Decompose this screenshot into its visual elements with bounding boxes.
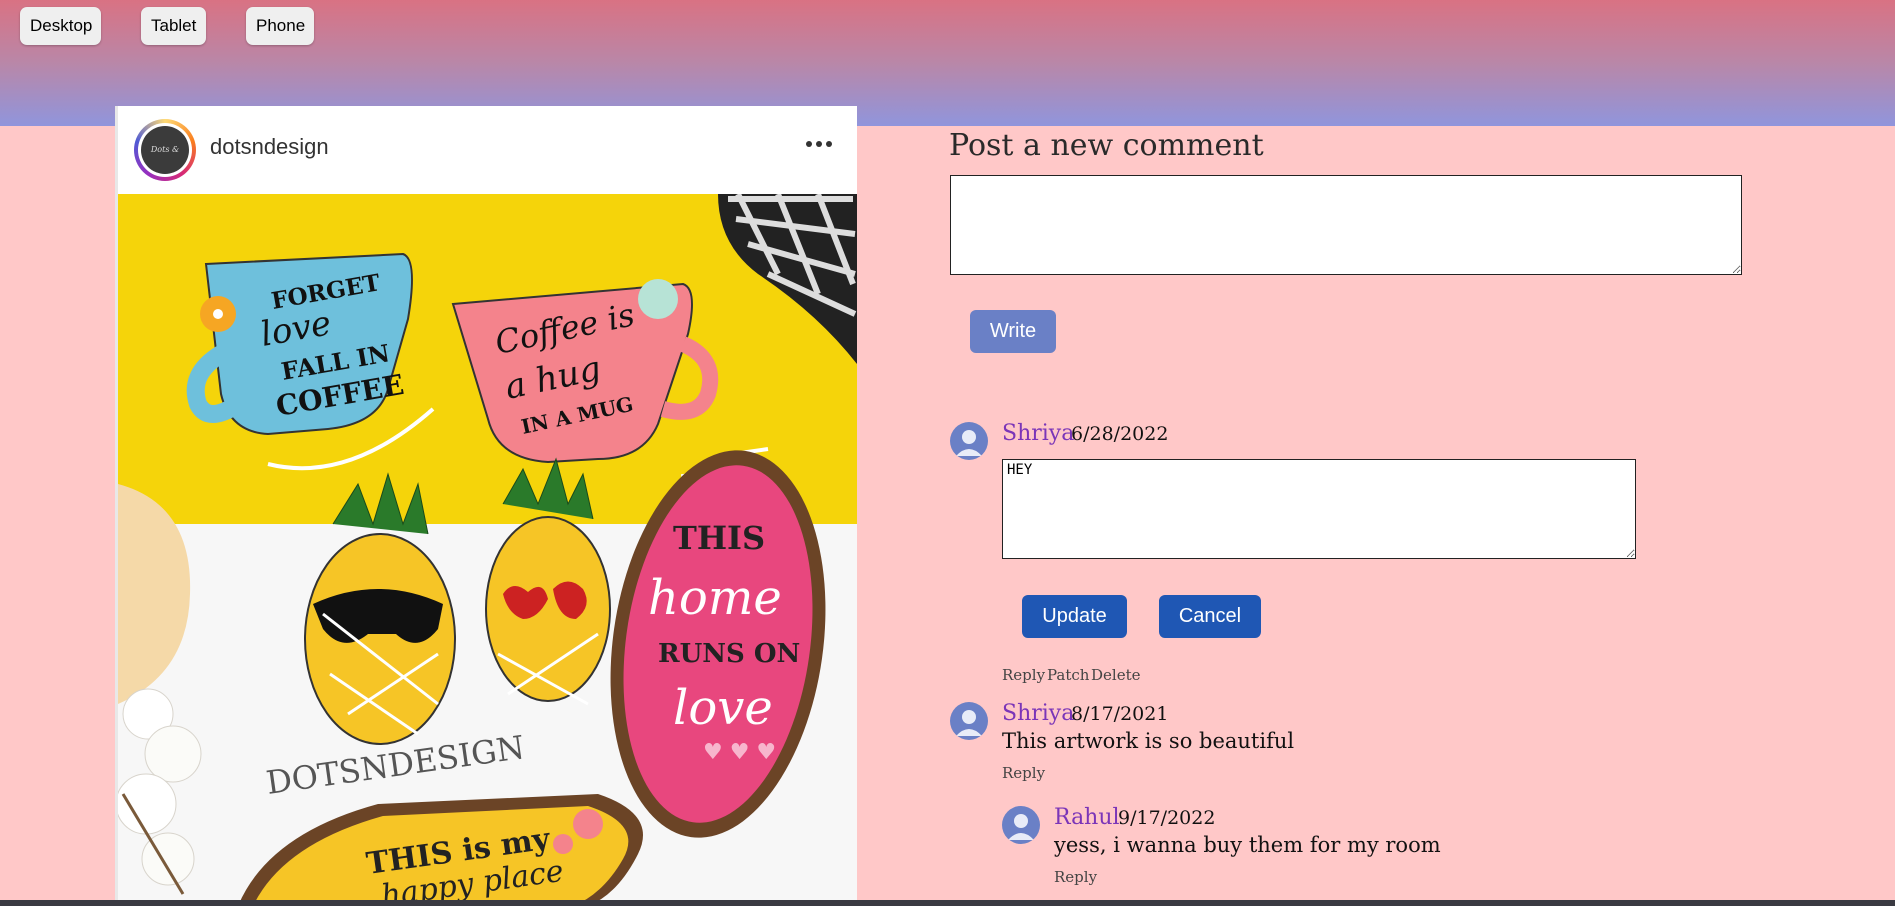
svg-text:love: love	[673, 680, 773, 736]
comment-text: yess, i wanna buy them for my room	[1054, 833, 1441, 857]
new-comment-title: Post a new comment	[949, 128, 1264, 163]
avatar-logo: Dots & Design	[141, 126, 189, 202]
cancel-button[interactable]: Cancel	[1159, 595, 1261, 638]
update-button[interactable]: Update	[1022, 595, 1127, 638]
more-options-icon[interactable]	[804, 134, 834, 154]
comment-author[interactable]: Shriya	[1002, 421, 1074, 446]
delete-link[interactable]: Delete	[1091, 666, 1140, 684]
horizontal-scrollbar[interactable]	[0, 900, 1895, 906]
comment-date: 6/28/2022	[1071, 423, 1169, 445]
comment-avatar	[950, 702, 988, 740]
reply-link[interactable]: Reply	[1002, 764, 1045, 782]
comment-avatar	[1002, 806, 1040, 844]
phone-button[interactable]: Phone	[246, 7, 314, 45]
svg-text:♥ ♥ ♥: ♥ ♥ ♥	[703, 740, 776, 765]
post-username[interactable]: dotsndesign	[210, 134, 329, 160]
tablet-button[interactable]: Tablet	[141, 7, 206, 45]
user-icon	[956, 430, 982, 456]
reply-link[interactable]: Reply	[1054, 868, 1097, 886]
desktop-button[interactable]: Desktop	[20, 7, 101, 45]
new-comment-input[interactable]	[950, 175, 1742, 275]
cup-magnet-blue: FORGET love FALL IN COFFEE	[186, 252, 413, 436]
comment-date: 9/17/2022	[1118, 807, 1216, 829]
svg-text:home: home	[648, 570, 782, 626]
reply-link[interactable]: Reply	[1002, 666, 1045, 684]
post-image: FORGET love FALL IN COFFEE Coffee is a h…	[118, 194, 857, 906]
comment-text: This artwork is so beautiful	[1002, 729, 1295, 753]
user-icon	[1008, 814, 1034, 840]
user-icon	[956, 710, 982, 736]
write-button[interactable]: Write	[970, 310, 1056, 353]
post-header: Dots & Design dotsndesign	[118, 106, 857, 202]
svg-text:RUNS ON: RUNS ON	[658, 639, 800, 669]
edit-comment-input[interactable]: HEY	[1002, 459, 1636, 559]
comment-date: 8/17/2021	[1071, 703, 1169, 725]
comment-author[interactable]: Rahul	[1054, 805, 1120, 830]
comment-avatar	[950, 422, 988, 460]
svg-text:THIS: THIS	[673, 519, 765, 557]
post-card: Dots & Design dotsndesign FORGET love	[115, 106, 857, 906]
patch-link[interactable]: Patch	[1047, 666, 1089, 684]
comment-author[interactable]: Shriya	[1002, 701, 1074, 726]
post-avatar[interactable]: Dots & Design	[134, 119, 196, 202]
